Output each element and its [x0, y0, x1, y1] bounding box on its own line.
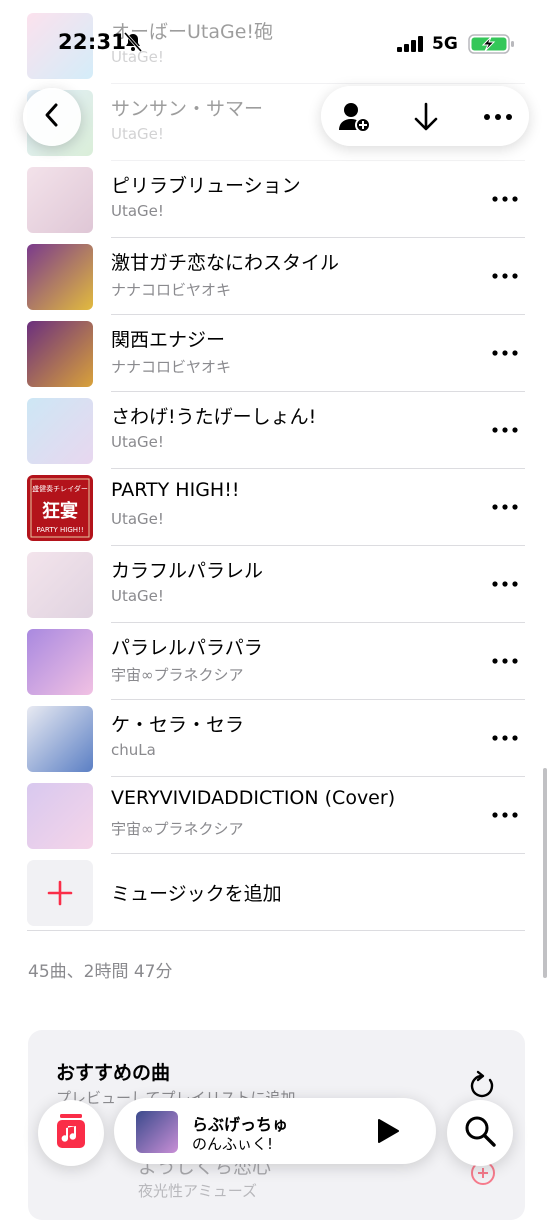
more-icon[interactable]: [492, 343, 518, 363]
now-playing-title: らぶげっちゅ: [192, 1115, 289, 1134]
album-art: [27, 167, 93, 233]
add-person-icon[interactable]: [338, 100, 372, 134]
song-title: サンサン・サマー: [111, 98, 264, 120]
search-icon: [463, 1114, 497, 1152]
album-art: [27, 244, 93, 310]
song-artist: UtaGe!: [111, 125, 164, 143]
song-title: さわげ!うたげーしょん!: [111, 406, 317, 428]
bell-slash-icon: [123, 32, 143, 56]
list-item[interactable]: 激甘ガチ恋なにわスタイル ナナコロビヤオキ: [0, 238, 552, 315]
song-artist: ナナコロビヤオキ: [111, 281, 232, 299]
status-time: 22:31: [58, 30, 127, 54]
list-item[interactable]: VERYVIVIDADDICTION (Cover) 宇宙∞プラネクシア: [0, 777, 552, 854]
song-title: ケ・セラ・セラ: [111, 714, 245, 736]
song-title: PARTY HIGH!!: [111, 479, 240, 501]
list-item[interactable]: 盛健奏チレイダー 狂宴 PARTY HIGH!! PARTY HIGH!! Ut…: [0, 469, 552, 546]
list-item[interactable]: カラフルパラレル UtaGe!: [0, 546, 552, 623]
playlist-summary: 45曲、2時間 47分: [28, 962, 173, 982]
add-music-label: ミュージックを追加: [111, 883, 282, 905]
bottom-dock: らぶげっちゅ のんふぃく!: [0, 1090, 552, 1200]
song-artist: UtaGe!: [111, 433, 164, 451]
song-artist: UtaGe!: [111, 587, 164, 605]
more-icon[interactable]: [492, 574, 518, 594]
recommended-title: おすすめの曲: [56, 1062, 171, 1084]
chevron-left-icon: [41, 102, 63, 132]
more-icon[interactable]: [492, 805, 518, 825]
more-icon[interactable]: [492, 266, 518, 286]
album-art: [27, 629, 93, 695]
album-art: [27, 321, 93, 387]
cover-sub-text: PARTY HIGH!!: [36, 526, 83, 534]
scrollbar[interactable]: [543, 768, 547, 978]
song-artist: chuLa: [111, 741, 156, 759]
now-playing-artist: のんふぃく!: [192, 1135, 274, 1153]
list-item[interactable]: ピリラブリューション UtaGe!: [0, 161, 552, 238]
more-icon[interactable]: [481, 100, 515, 134]
cover-top-text: 盛健奏チレイダー: [32, 484, 88, 493]
list-item[interactable]: パラレルパラパラ 宇宙∞プラネクシア: [0, 623, 552, 700]
signal-icon: [397, 36, 425, 56]
search-button[interactable]: [447, 1100, 513, 1166]
list-item[interactable]: さわげ!うたげーしょん! UtaGe!: [0, 392, 552, 469]
album-art: [27, 398, 93, 464]
list-item[interactable]: 関西エナジー ナナコロビヤオキ: [0, 315, 552, 392]
album-art: 盛健奏チレイダー 狂宴 PARTY HIGH!!: [27, 475, 93, 541]
divider: [27, 930, 525, 931]
song-title: VERYVIVIDADDICTION (Cover): [111, 787, 396, 809]
back-button[interactable]: [23, 88, 81, 146]
more-icon[interactable]: [492, 728, 518, 748]
album-art: [27, 552, 93, 618]
song-title: 関西エナジー: [111, 329, 226, 351]
song-title: ピリラブリューション: [111, 175, 301, 197]
network-type: 5G: [432, 34, 458, 54]
playlist-actions: [321, 86, 529, 146]
list-item[interactable]: ケ・セラ・セラ chuLa: [0, 700, 552, 777]
album-art: [27, 783, 93, 849]
mini-player[interactable]: らぶげっちゅ のんふぃく!: [114, 1098, 436, 1164]
download-icon[interactable]: [409, 100, 443, 134]
song-artist: 宇宙∞プラネクシア: [111, 666, 244, 684]
plus-icon: [27, 860, 93, 926]
song-artist: 宇宙∞プラネクシア: [111, 820, 244, 838]
song-artist: UtaGe!: [111, 510, 164, 528]
album-art: [27, 706, 93, 772]
song-artist: UtaGe!: [111, 202, 164, 220]
library-button[interactable]: [38, 1100, 104, 1166]
battery-charging-icon: [468, 34, 518, 58]
song-title: カラフルパラレル: [111, 560, 264, 582]
music-library-icon: [56, 1112, 86, 1154]
now-playing-art: [136, 1111, 178, 1153]
more-icon[interactable]: [492, 497, 518, 517]
add-music-button[interactable]: ミュージックを追加: [0, 854, 552, 931]
party-high-cover: 盛健奏チレイダー 狂宴 PARTY HIGH!!: [27, 475, 93, 541]
play-icon[interactable]: [376, 1118, 400, 1148]
song-title: パラレルパラパラ: [111, 637, 263, 659]
cover-main-text: 狂宴: [42, 500, 78, 522]
more-icon[interactable]: [492, 420, 518, 440]
song-title: 激甘ガチ恋なにわスタイル: [111, 252, 340, 274]
status-bar: 22:31 5G: [0, 0, 552, 84]
more-icon[interactable]: [492, 651, 518, 671]
more-icon[interactable]: [492, 189, 518, 209]
song-artist: ナナコロビヤオキ: [111, 358, 232, 376]
